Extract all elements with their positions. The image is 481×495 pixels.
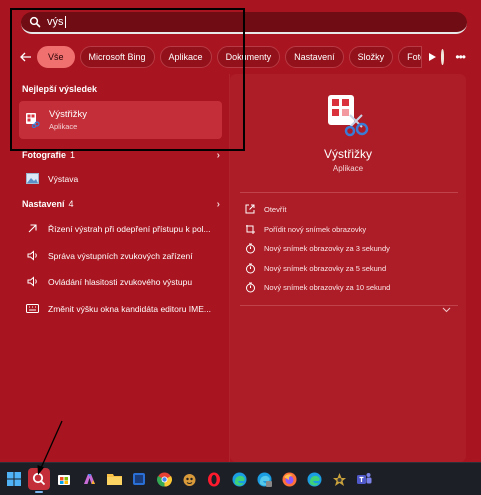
filter-chip-apps[interactable]: Aplikace: [159, 46, 212, 68]
timer-icon: [244, 242, 256, 254]
settings-result-item[interactable]: Řízení výstrah při odepření přístupu k p…: [26, 222, 211, 235]
chevron-right-icon: ›: [216, 150, 220, 161]
search-box[interactable]: výs: [21, 12, 467, 34]
app-icon[interactable]: [328, 468, 350, 490]
filter-chip-photos[interactable]: Fotog: [398, 46, 422, 68]
play-more-icon[interactable]: [428, 47, 436, 67]
action-label: Pořídit nový snímek obrazovky: [264, 224, 367, 234]
speaker-icon: [26, 275, 39, 288]
file-explorer-icon[interactable]: [103, 468, 125, 490]
settings-result-item[interactable]: Změnit výšku okna kandidáta editoru IME.…: [26, 302, 211, 315]
detail-separator: [240, 305, 458, 306]
edge-icon[interactable]: [228, 468, 250, 490]
photos-heading-label: Fotografie: [22, 150, 66, 160]
store-icon[interactable]: [53, 468, 75, 490]
app-icon[interactable]: [178, 468, 200, 490]
keyboard-icon: [26, 302, 39, 315]
settings-heading-label: Nastavení: [22, 199, 65, 209]
filter-chip-folders[interactable]: Složky: [348, 46, 394, 68]
edge-icon[interactable]: [303, 468, 325, 490]
firefox-icon[interactable]: [278, 468, 300, 490]
teams-icon[interactable]: [353, 468, 375, 490]
action-label: Nový snímek obrazovky za 10 sekund: [264, 282, 391, 292]
snip-icon: [244, 223, 256, 235]
best-match-result[interactable]: Výstřižky Aplikace: [19, 101, 222, 139]
timer-icon: [244, 281, 256, 293]
snipping-tool-icon: [26, 113, 40, 128]
action-snip-10s[interactable]: Nový snímek obrazovky za 10 sekund: [244, 281, 390, 293]
opera-icon[interactable]: [203, 468, 225, 490]
settings-result-label: Řízení výstrah při odepření přístupu k p…: [48, 223, 211, 234]
action-snip-3s[interactable]: Nový snímek obrazovky za 3 sekundy: [244, 242, 390, 254]
filter-chip-all[interactable]: Vše: [37, 46, 75, 68]
search-icon[interactable]: [28, 468, 50, 493]
settings-heading[interactable]: Nastavení 4 ›: [22, 199, 220, 210]
open-icon: [244, 203, 256, 215]
action-open[interactable]: Otevřít: [244, 203, 287, 215]
chevron-right-icon: ›: [216, 199, 220, 210]
timer-icon: [244, 262, 256, 274]
photos-heading[interactable]: Fotografie 1 ›: [22, 150, 220, 161]
best-match-heading: Nejlepší výsledek: [22, 84, 98, 94]
settings-result-item[interactable]: Ovládání hlasitosti zvukového výstupu: [26, 275, 192, 288]
action-new-snip[interactable]: Pořídit nový snímek obrazovky: [244, 223, 366, 235]
back-arrow-icon[interactable]: [20, 47, 32, 67]
settings-result-label: Ovládání hlasitosti zvukového výstupu: [48, 276, 193, 287]
expand-chevron-icon[interactable]: [442, 300, 454, 313]
app-icon[interactable]: [128, 468, 150, 490]
search-query[interactable]: výs: [47, 16, 64, 28]
account-avatar[interactable]: [440, 49, 445, 65]
filter-chip-settings[interactable]: Nastavení: [285, 46, 344, 68]
photo-result-label: Výstava: [48, 173, 79, 184]
settings-result-label: Správa výstupních zvukových zařízení: [48, 250, 193, 261]
search-icon: [29, 16, 41, 28]
more-options-icon[interactable]: •••: [455, 50, 466, 64]
photo-result-item[interactable]: Výstava: [26, 172, 78, 185]
filter-chip-documents[interactable]: Dokumenty: [216, 46, 281, 68]
snipping-tool-icon: [328, 95, 369, 137]
edge-icon[interactable]: [253, 468, 275, 490]
filter-chip-bing[interactable]: Microsoft Bing: [79, 46, 155, 68]
copilot-icon[interactable]: [78, 468, 100, 490]
settings-result-item[interactable]: Správa výstupních zvukových zařízení: [26, 249, 193, 262]
text-caret: [64, 16, 66, 28]
detail-pane: Výstřižky Aplikace Otevřít Pořídit nový …: [230, 74, 466, 462]
photos-count: 1: [70, 150, 76, 160]
filter-bar: Vše Microsoft Bing Aplikace Dokumenty Na…: [20, 45, 466, 69]
detail-separator: [240, 192, 458, 193]
detail-subtitle: Aplikace: [332, 164, 364, 173]
chrome-icon[interactable]: [153, 468, 175, 490]
action-snip-5s[interactable]: Nový snímek obrazovky za 5 sekund: [244, 262, 386, 274]
action-label: Otevřít: [264, 204, 287, 214]
taskbar: [0, 462, 481, 495]
best-match-subtitle: Aplikace: [49, 122, 78, 131]
start-search-panel: výs Vše Microsoft Bing Aplikace Dokument…: [0, 0, 481, 462]
settings-count: 4: [68, 199, 74, 209]
action-label: Nový snímek obrazovky za 5 sekund: [264, 263, 387, 273]
speaker-icon: [26, 249, 39, 262]
settings-result-label: Změnit výšku okna kandidáta editoru IME.…: [48, 303, 211, 314]
detail-title: Výstřižky: [324, 147, 372, 161]
photo-icon: [26, 172, 39, 185]
action-label: Nový snímek obrazovky za 3 sekundy: [264, 243, 390, 253]
start-icon[interactable]: [3, 468, 25, 490]
arrow-icon: [26, 222, 39, 235]
best-match-title: Výstřižky: [49, 109, 87, 120]
